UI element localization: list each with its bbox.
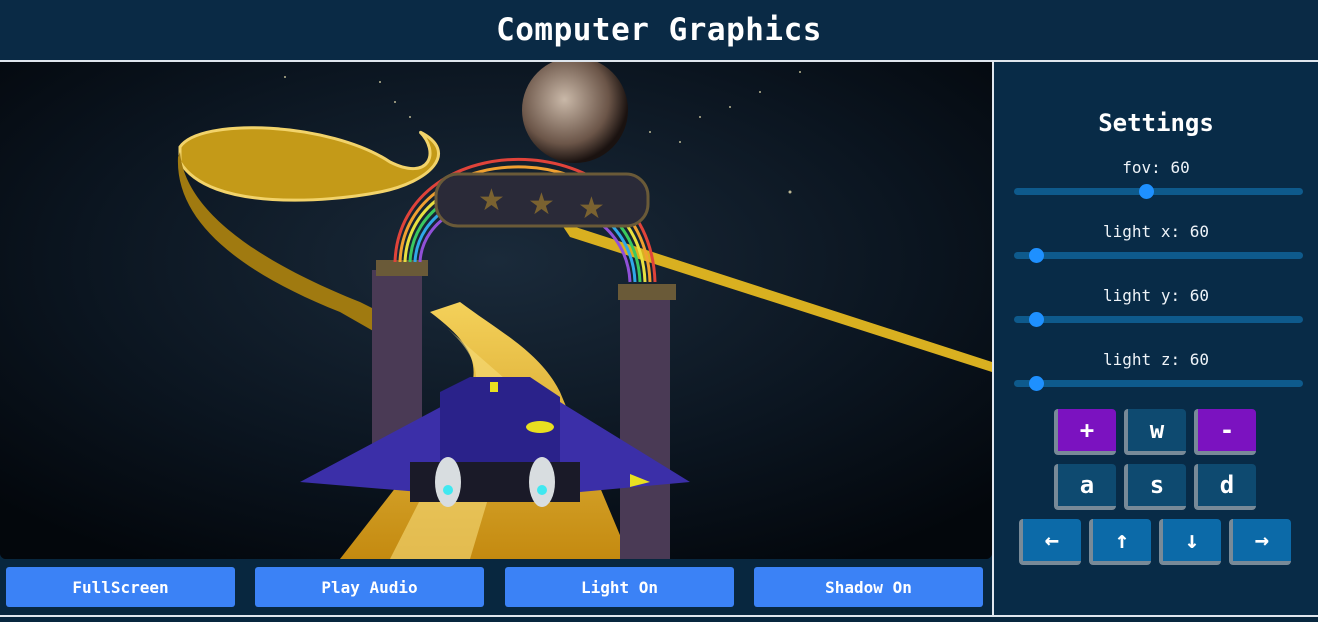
zoom-in-key[interactable]: + [1054,409,1116,455]
light-y-slider[interactable] [1014,312,1303,327]
light-z-slider-thumb[interactable] [1029,376,1045,391]
control-buttons: FullScreen Play Audio Light On Shadow On [0,567,992,607]
svg-text:★: ★ [528,187,555,222]
app-header: Computer Graphics [0,0,1318,62]
light-y-label: light y: 60 [1103,286,1209,305]
scene-illustration: ★ ★ ★ [0,62,992,559]
light-x-label: light x: 60 [1103,222,1209,241]
fullscreen-button[interactable]: FullScreen [6,567,235,607]
key-s[interactable]: s [1124,464,1186,510]
shadow-toggle-button[interactable]: Shadow On [754,567,983,607]
render-canvas[interactable]: ★ ★ ★ [0,62,992,559]
settings-panel: Settings fov: 60 light x: 60 light y: 60… [994,62,1318,615]
fov-label: fov: 60 [1122,158,1190,177]
arrow-down-key[interactable]: ↓ [1159,519,1221,565]
play-audio-button[interactable]: Play Audio [255,567,484,607]
key-a[interactable]: a [1054,464,1116,510]
arrow-right-key[interactable]: → [1229,519,1291,565]
zoom-out-key[interactable]: - [1194,409,1256,455]
page-title: Computer Graphics [496,12,822,48]
arrow-left-key[interactable]: ← [1019,519,1081,565]
light-z-slider[interactable] [1014,376,1303,391]
svg-text:★: ★ [478,183,505,218]
arrow-up-key[interactable]: ↑ [1089,519,1151,565]
settings-title: Settings [1098,109,1214,137]
footer-line [0,615,1318,617]
key-d[interactable]: d [1194,464,1256,510]
light-z-label: light z: 60 [1103,350,1209,369]
light-x-slider[interactable] [1014,248,1303,263]
fov-slider[interactable] [1014,184,1303,199]
light-toggle-button[interactable]: Light On [505,567,734,607]
light-x-slider-thumb[interactable] [1029,248,1045,263]
fov-slider-thumb[interactable] [1138,184,1154,199]
svg-text:★: ★ [578,191,605,226]
key-w[interactable]: w [1124,409,1186,455]
light-y-slider-thumb[interactable] [1029,312,1045,327]
